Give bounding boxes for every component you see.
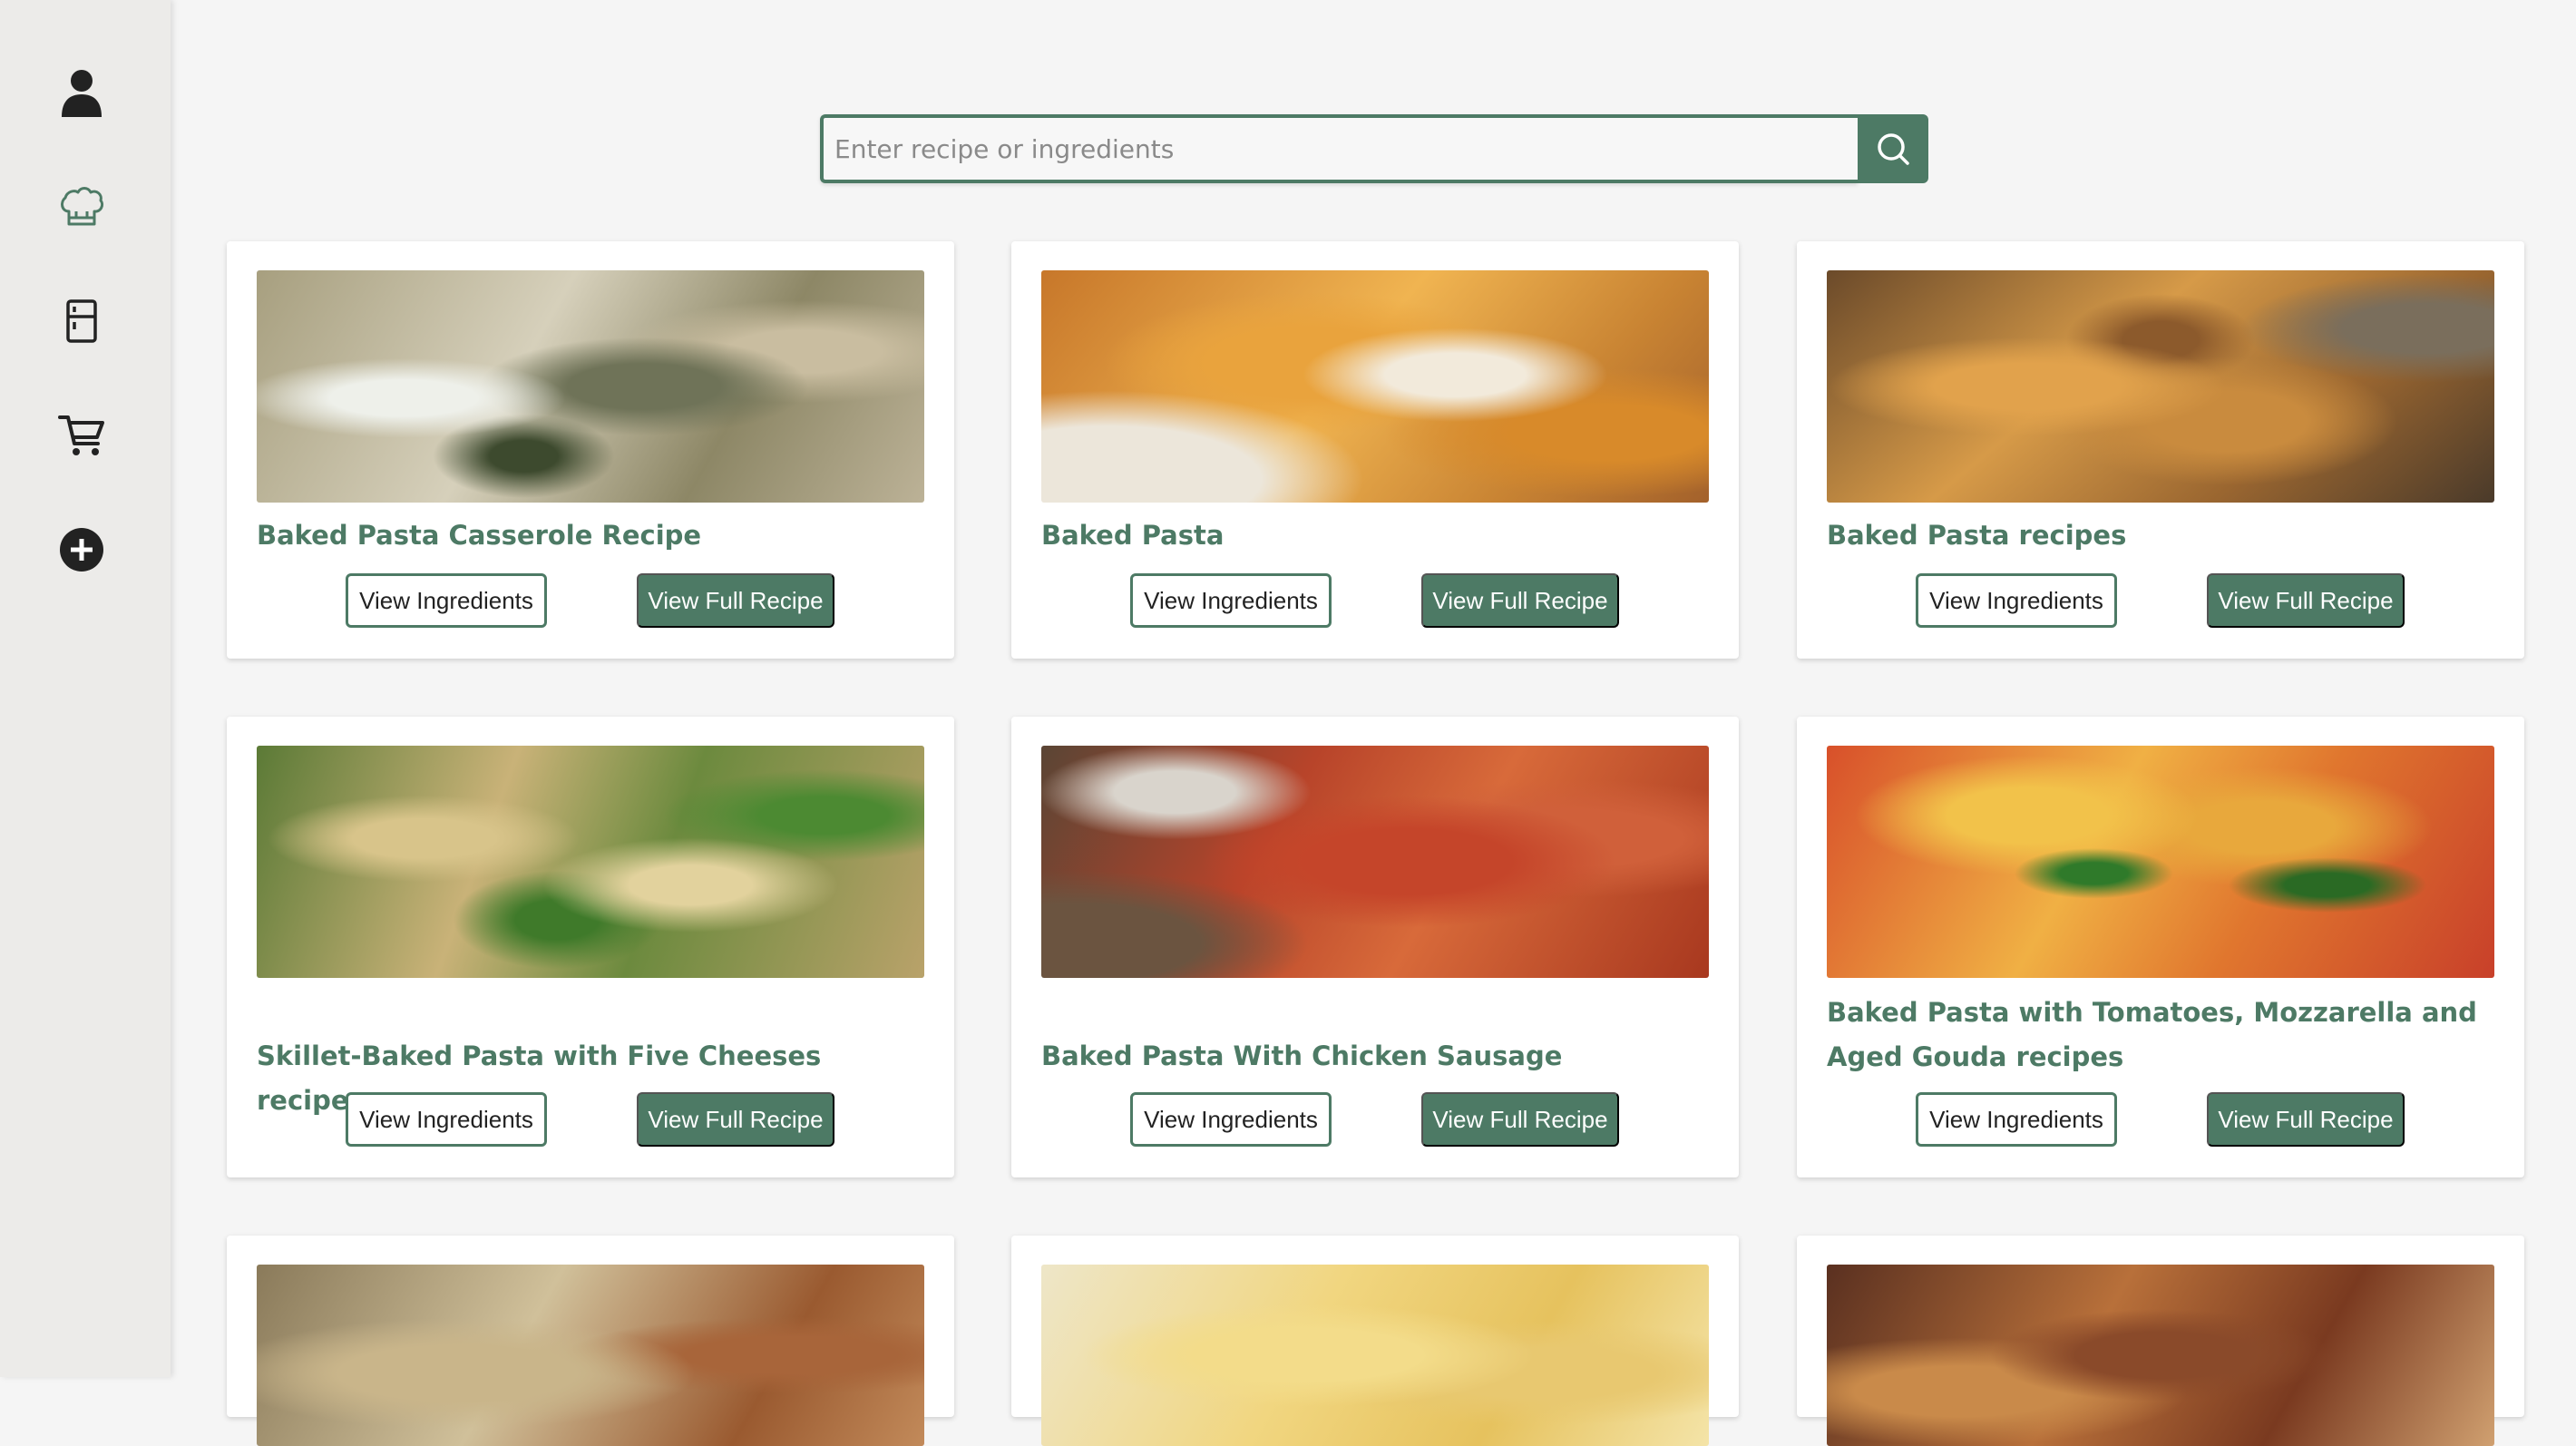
recipe-card: Skillet-Baked Pasta with Five Cheeses re…: [227, 717, 954, 1177]
recipe-title[interactable]: Baked Pasta with Tomatoes, Mozzarella an…: [1827, 991, 2494, 1080]
nav-cart[interactable]: [53, 406, 111, 464]
nav-fridge[interactable]: [53, 292, 111, 350]
recipe-title[interactable]: Baked Pasta Casserole Recipe: [257, 513, 924, 558]
search-input[interactable]: [820, 114, 1858, 183]
view-ingredients-button[interactable]: View Ingredients: [346, 1092, 547, 1147]
recipe-card: Baked Pasta View Ingredients View Full R…: [1011, 241, 1739, 659]
recipe-image[interactable]: [257, 1265, 924, 1446]
recipe-image[interactable]: [1827, 1265, 2494, 1446]
recipe-card: Baked Pasta with Tomatoes, Mozzarella an…: [1797, 717, 2524, 1177]
recipe-card: [1797, 1236, 2524, 1446]
main-content: Baked Pasta Casserole Recipe View Ingred…: [171, 0, 2576, 1446]
recipe-title[interactable]: Baked Pasta With Chicken Sausage: [1041, 1034, 1709, 1079]
view-full-recipe-button[interactable]: View Full Recipe: [1421, 573, 1619, 628]
nav-recipes[interactable]: [53, 178, 111, 236]
fridge-icon: [66, 299, 97, 343]
view-full-recipe-button[interactable]: View Full Recipe: [2207, 1092, 2405, 1147]
recipe-card: Baked Pasta Casserole Recipe View Ingred…: [227, 241, 954, 659]
recipe-image[interactable]: [1827, 746, 2494, 978]
recipe-card: Baked Pasta recipes View Ingredients Vie…: [1797, 241, 2524, 659]
shopping-cart-icon: [58, 415, 104, 455]
nav-profile[interactable]: [53, 64, 111, 122]
chef-hat-icon: [61, 187, 104, 226]
view-ingredients-button[interactable]: View Ingredients: [1130, 573, 1332, 628]
recipe-card: Baked Pasta With Chicken Sausage View In…: [1011, 717, 1739, 1177]
view-ingredients-button[interactable]: View Ingredients: [1916, 1092, 2117, 1147]
recipe-image[interactable]: [1041, 1265, 1709, 1446]
search-button[interactable]: [1858, 114, 1928, 183]
view-full-recipe-button[interactable]: View Full Recipe: [1421, 1092, 1619, 1147]
view-ingredients-button[interactable]: View Ingredients: [346, 573, 547, 628]
nav-add[interactable]: [53, 521, 111, 579]
recipe-image[interactable]: [257, 270, 924, 503]
recipe-title[interactable]: Baked Pasta recipes: [1827, 513, 2494, 558]
view-full-recipe-button[interactable]: View Full Recipe: [637, 573, 834, 628]
recipe-card: [227, 1236, 954, 1446]
view-ingredients-button[interactable]: View Ingredients: [1916, 573, 2117, 628]
view-full-recipe-button[interactable]: View Full Recipe: [637, 1092, 834, 1147]
user-icon: [62, 70, 102, 117]
sidebar: [0, 0, 171, 1377]
recipe-title[interactable]: Baked Pasta: [1041, 513, 1709, 558]
recipe-image[interactable]: [257, 746, 924, 978]
recipe-image[interactable]: [1041, 270, 1709, 503]
recipe-image[interactable]: [1041, 746, 1709, 978]
view-full-recipe-button[interactable]: View Full Recipe: [2207, 573, 2405, 628]
recipe-card: [1011, 1236, 1739, 1446]
recipe-image[interactable]: [1827, 270, 2494, 503]
add-circle-icon: [60, 528, 103, 572]
search-bar: [820, 114, 1928, 183]
search-icon: [1878, 133, 1909, 165]
view-ingredients-button[interactable]: View Ingredients: [1130, 1092, 1332, 1147]
